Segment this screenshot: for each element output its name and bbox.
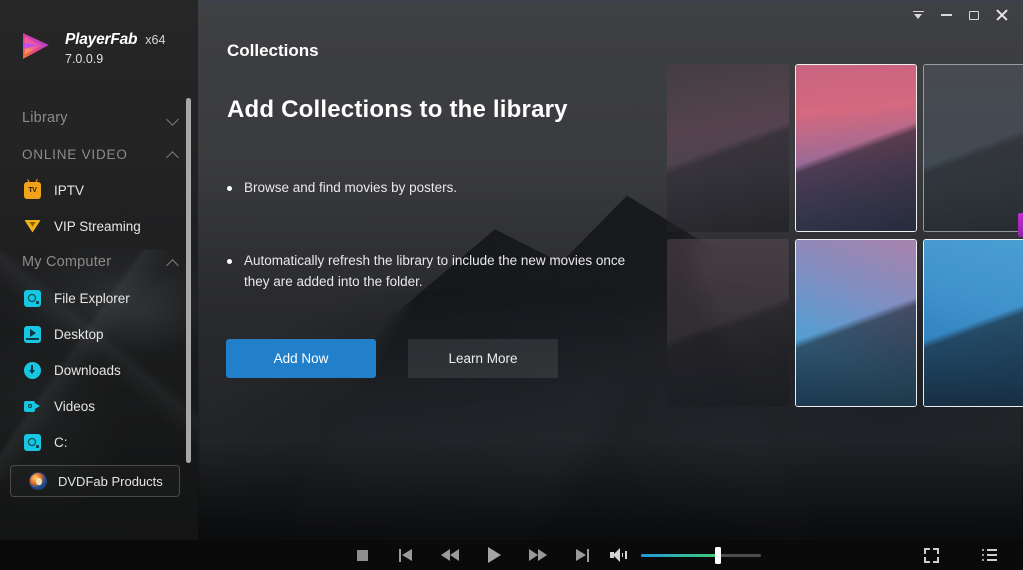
- page-title: Collections: [227, 41, 319, 60]
- poster-card-3[interactable]: [923, 64, 1023, 232]
- player-right-controls: [909, 540, 1011, 570]
- folder-explorer-icon: [24, 289, 41, 307]
- poster-card-6[interactable]: [923, 239, 1023, 407]
- sidebar-item-videos[interactable]: Videos: [0, 388, 198, 424]
- iptv-icon: TV: [24, 181, 41, 199]
- stop-icon: [356, 549, 368, 561]
- sidebar-item-vip-streaming-label: VIP Streaming: [54, 218, 141, 234]
- previous-button[interactable]: [384, 540, 428, 570]
- playlist-button[interactable]: [967, 540, 1011, 570]
- download-icon: [24, 361, 41, 379]
- list-item: Browse and find movies by posters.: [227, 178, 627, 199]
- hero-title: Add Collections to the library: [227, 96, 568, 123]
- tray-icon: [912, 10, 924, 21]
- desktop-icon: [24, 325, 41, 343]
- stop-button[interactable]: [340, 540, 384, 570]
- minimize-to-tray-button[interactable]: [905, 2, 931, 28]
- minimize-button[interactable]: [933, 2, 959, 28]
- add-now-button[interactable]: Add Now: [226, 339, 376, 378]
- sidebar-item-vip-streaming[interactable]: VIP Streaming: [0, 208, 198, 244]
- transport-controls: [340, 540, 604, 570]
- window-titlebar-controls: [905, 0, 1023, 30]
- sidebar-item-iptv-label: IPTV: [54, 182, 85, 198]
- sidebar: PlayerFab x64 7.0.0.9 Library ONLINE VID…: [0, 0, 198, 540]
- playerfab-window: PlayerFab x64 7.0.0.9 Library ONLINE VID…: [0, 0, 1023, 570]
- chevron-up-icon: [167, 256, 180, 269]
- feature-bullet-list: Browse and find movies by posters. Autom…: [227, 178, 627, 345]
- player-control-bar: [0, 540, 1023, 570]
- brand-name: PlayerFab: [65, 31, 138, 48]
- rewind-icon: [441, 549, 459, 561]
- play-button[interactable]: [472, 540, 516, 570]
- sidebar-item-downloads[interactable]: Downloads: [0, 352, 198, 388]
- dvdfab-products-button[interactable]: DVDFab Products: [10, 465, 180, 497]
- titlebar-accent-line: [198, 0, 1023, 1]
- sidebar-item-desktop-label: Desktop: [54, 326, 104, 342]
- sidebar-group-online-video-label: ONLINE VIDEO: [22, 146, 128, 162]
- learn-more-button[interactable]: Learn More: [408, 339, 558, 378]
- maximize-icon: [969, 10, 979, 20]
- playlist-icon: [981, 548, 997, 562]
- poster-card-2[interactable]: [795, 64, 917, 232]
- sidebar-group-library-label: Library: [22, 110, 68, 126]
- sidebar-item-file-explorer-label: File Explorer: [54, 290, 130, 306]
- sidebar-item-downloads-label: Downloads: [54, 362, 121, 378]
- dvdfab-logo-icon: [29, 472, 47, 490]
- brand-version: 7.0.0.9: [65, 52, 104, 66]
- poster-card-1[interactable]: [667, 64, 789, 232]
- sidebar-group-online-video[interactable]: ONLINE VIDEO: [0, 136, 198, 172]
- cta-row: Add Now Learn More: [226, 339, 558, 378]
- fast-forward-button[interactable]: [516, 540, 560, 570]
- main-content: Collections Add Collections to the libra…: [198, 0, 1023, 540]
- brand: PlayerFab x64 7.0.0.9: [18, 28, 165, 66]
- playerfab-logo-icon: [18, 28, 54, 64]
- sidebar-item-file-explorer[interactable]: File Explorer: [0, 280, 198, 316]
- sidebar-nav: Library ONLINE VIDEO TV IPTV VIP Streami…: [0, 100, 198, 460]
- close-button[interactable]: [989, 2, 1015, 28]
- volume-slider[interactable]: [641, 540, 761, 570]
- skip-next-icon: [575, 548, 589, 562]
- minimize-icon: [940, 14, 952, 16]
- feature-bullet-2: Automatically refresh the library to inc…: [244, 252, 626, 289]
- poster-card-4[interactable]: [667, 239, 789, 407]
- poster-grid: [667, 64, 1023, 407]
- poster-card-5[interactable]: [795, 239, 917, 407]
- fullscreen-button[interactable]: [909, 540, 953, 570]
- list-item: Automatically refresh the library to inc…: [227, 251, 627, 293]
- sidebar-item-c-drive-label: C:: [54, 434, 68, 450]
- sidebar-group-library[interactable]: Library: [0, 100, 198, 136]
- volume-slider-thumb[interactable]: [715, 547, 721, 564]
- video-camera-icon: [24, 398, 41, 415]
- volume-slider-fill: [641, 554, 719, 557]
- play-icon: [487, 547, 501, 563]
- vip-crown-icon: [24, 218, 41, 235]
- right-edge-tab[interactable]: [1018, 213, 1023, 237]
- next-button[interactable]: [560, 540, 604, 570]
- chevron-up-icon: [167, 148, 180, 161]
- skip-previous-icon: [399, 548, 413, 562]
- bullet-dot-icon: [227, 258, 232, 264]
- sidebar-scrollbar[interactable]: [186, 98, 191, 463]
- sidebar-item-desktop[interactable]: Desktop: [0, 316, 198, 352]
- chevron-down-icon: [167, 112, 180, 125]
- volume-control: [610, 540, 761, 570]
- sidebar-group-my-computer[interactable]: My Computer: [0, 244, 198, 280]
- sidebar-group-my-computer-label: My Computer: [22, 254, 112, 270]
- drive-icon: [24, 433, 41, 451]
- close-icon: [996, 9, 1008, 21]
- brand-architecture: x64: [145, 33, 166, 47]
- rewind-button[interactable]: [428, 540, 472, 570]
- sidebar-scrollbar-thumb[interactable]: [186, 98, 191, 463]
- fullscreen-icon: [923, 547, 939, 563]
- bullet-dot-icon: [227, 186, 232, 191]
- fast-forward-icon: [529, 549, 547, 561]
- maximize-button[interactable]: [961, 2, 987, 28]
- dvdfab-products-label: DVDFab Products: [58, 473, 163, 489]
- volume-icon[interactable]: [610, 548, 627, 562]
- sidebar-item-iptv[interactable]: TV IPTV: [0, 172, 198, 208]
- feature-bullet-1: Browse and find movies by posters.: [244, 180, 458, 195]
- sidebar-item-videos-label: Videos: [54, 398, 96, 414]
- sidebar-item-c-drive[interactable]: C:: [0, 424, 198, 460]
